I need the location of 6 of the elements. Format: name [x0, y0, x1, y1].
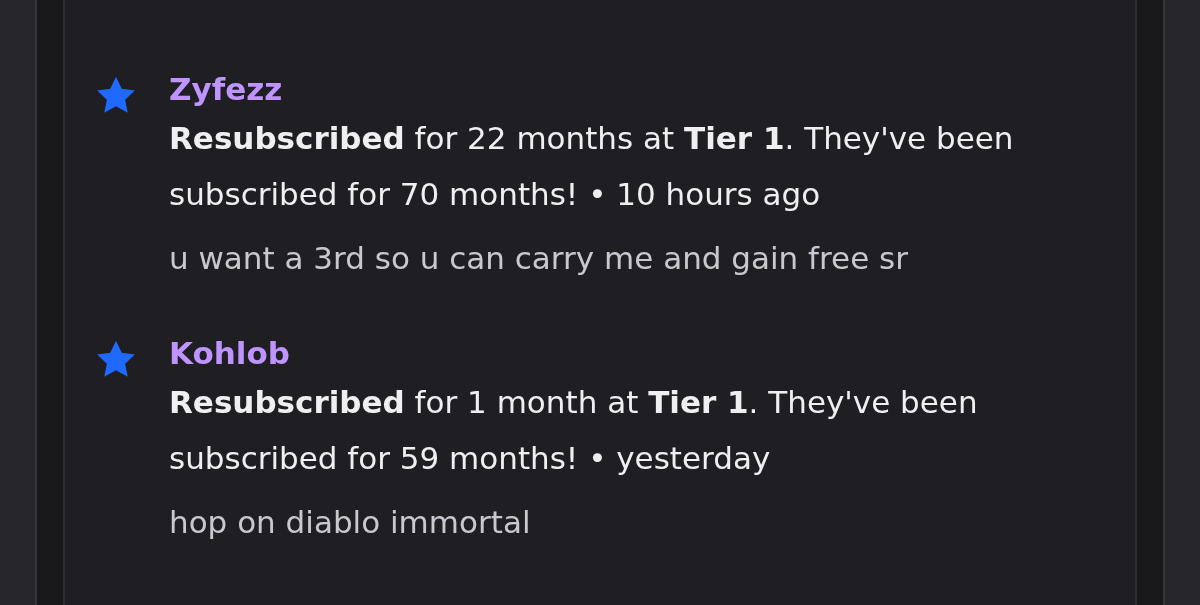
- message-text: u want a 3rd so u can carry me and gain free sr: [169, 239, 909, 278]
- subscription-text: Resubscribed for 1 month at Tier 1. They've been subscribed for 59 months! • yesterday: [169, 383, 979, 478]
- username[interactable]: Kohlob: [169, 332, 1109, 374]
- subscription-text: Resubscribed for 22 months at Tier 1. They've been subscribed for 70 months! • 10 hours ago: [169, 119, 1015, 214]
- message-text: hop on diablo immortal: [169, 503, 532, 542]
- username[interactable]: Zyfezz: [169, 68, 1109, 110]
